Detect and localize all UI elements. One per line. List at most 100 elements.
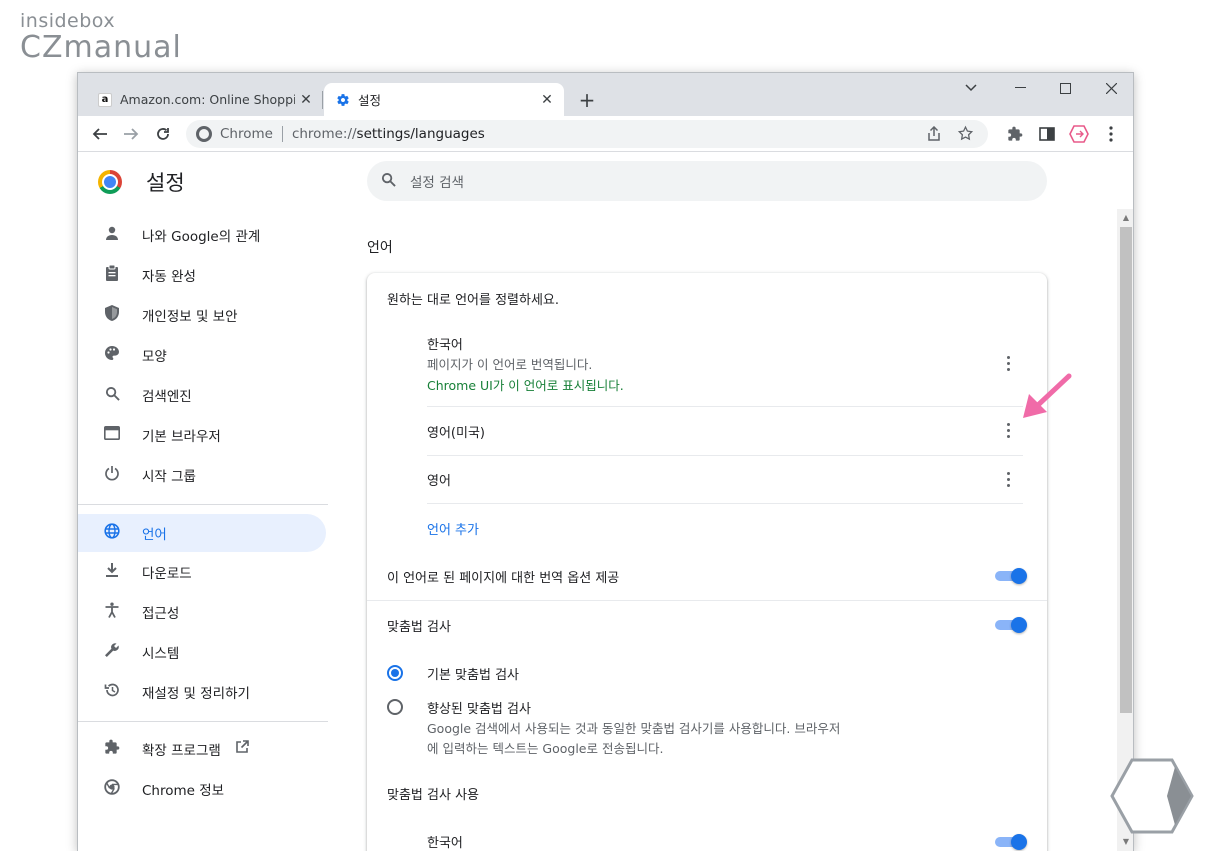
settings-search[interactable]: 설정 검색 [367,161,1047,201]
translate-offer-toggle[interactable] [995,568,1027,584]
download-icon [102,562,122,582]
annotation-arrow-icon [1023,373,1072,418]
url-scheme: chrome:// [291,126,357,142]
accessibility-icon [102,602,122,622]
sidebar-item-you-and-google[interactable]: 나와 Google의 관계 [78,216,326,254]
browser-window: a Amazon.com: Online Shopping ✕ 설정 ✕ + C… [77,72,1134,851]
shield-icon [102,305,122,325]
sidebar-item-autofill[interactable]: 자동 완성 [78,256,326,294]
close-icon [1105,82,1117,94]
row-divider [427,406,1023,407]
minimize-button[interactable] [997,73,1043,103]
forward-button[interactable] [117,120,145,148]
tab-settings[interactable]: 설정 ✕ [324,83,564,116]
sidebar-item-on-startup[interactable]: 시작 그룹 [78,456,326,494]
sidebar-item-about-chrome[interactable]: Chrome 정보 [78,770,326,808]
close-icon[interactable]: ✕ [536,89,558,111]
translate-offer-label: 이 언어로 된 페이지에 대한 번역 옵션 제공 [387,571,620,586]
sidebar-item-privacy[interactable]: 개인정보 및 보안 [78,296,326,334]
forward-arrow-icon [124,128,139,140]
minimize-icon [1014,87,1026,88]
enhanced-spellcheck-radio[interactable] [387,699,403,715]
sidebar-item-system[interactable]: 시스템 [78,633,326,671]
omnibox[interactable]: Chrome chrome://settings/languages [186,120,988,148]
extensions-button[interactable] [1001,120,1029,148]
sidebar-item-appearance[interactable]: 모양 [78,336,326,374]
sidebar-item-accessibility[interactable]: 접근성 [78,593,326,631]
tab-label: 설정 [358,93,382,108]
sidebar-item-reset[interactable]: 재설정 및 정리하기 [78,673,326,711]
browser-icon [102,426,122,444]
sidebar-item-search-engine[interactable]: 검색엔진 [78,376,326,414]
chevron-down-icon [965,84,977,92]
profile-hex-icon [1069,125,1089,143]
clipboard-icon [102,264,122,285]
settings-sidebar: 설정 나와 Google의 관계 자동 완성 개인정보 및 보안 모양 검색엔진… [78,153,334,851]
sidebar-item-extensions[interactable]: 확장 프로그램 [78,730,326,768]
profile-button[interactable] [1065,120,1093,148]
person-icon [102,225,122,245]
omnibox-separator [281,126,283,142]
wrench-icon [102,642,122,662]
star-icon[interactable] [957,125,974,146]
close-icon[interactable]: ✕ [295,89,317,111]
palette-icon [102,345,122,365]
tab-strip: a Amazon.com: Online Shopping ✕ 설정 ✕ + [78,73,1133,116]
maximize-button[interactable] [1042,73,1088,103]
use-spellcheck-heading: 맞춤법 검사 사용 [387,788,479,803]
kebab-menu-icon [1109,126,1113,142]
add-language-link[interactable]: 언어 추가 [427,519,479,538]
language-name: 한국어 [427,338,463,353]
enhanced-spellcheck-desc: Google 검색에서 사용되는 것과 동일한 맞춤법 검사기를 사용합니다. … [427,721,841,736]
sidebar-item-label: 검색엔진 [142,389,192,405]
scrollbar-thumb[interactable] [1120,227,1132,713]
hexagon-watermark-icon [1110,758,1194,834]
watermark-main: CZmanual [20,30,182,65]
tab-search-button[interactable] [948,73,994,103]
spellcheck-language-name: 한국어 [427,836,463,851]
back-arrow-icon [92,128,107,140]
language-more-button[interactable] [998,468,1018,490]
side-panel-button[interactable] [1033,120,1061,148]
chrome-icon [196,126,212,142]
reload-button[interactable] [149,120,177,148]
amazon-icon: a [98,92,112,107]
language-translate-note: 페이지가 이 언어로 번역됩니다. [427,357,593,372]
enhanced-spellcheck-desc: 에 입력하는 텍스트는 Google로 전송됩니다. [427,741,664,756]
languages-card: 원하는 대로 언어를 정렬하세요. 한국어 페이지가 이 언어로 번역됩니다. … [367,273,1047,851]
sidebar-item-default-browser[interactable]: 기본 브라우저 [78,416,326,454]
maximize-icon [1059,82,1071,94]
sidebar-item-label: 시작 그룹 [142,469,196,485]
spellcheck-toggle[interactable] [995,617,1027,633]
tab-amazon[interactable]: a Amazon.com: Online Shopping ✕ [86,83,323,116]
window-close-button[interactable] [1088,73,1133,103]
basic-spellcheck-radio[interactable] [387,665,403,681]
back-button[interactable] [86,120,114,148]
puzzle-icon [1008,126,1023,141]
side-panel-icon [1039,127,1055,141]
menu-button[interactable] [1097,120,1125,148]
share-icon[interactable] [926,125,942,146]
sidebar-item-languages[interactable]: 언어 [78,514,326,552]
sidebar-item-downloads[interactable]: 다운로드 [78,553,326,591]
sidebar-item-label: Chrome 정보 [142,783,225,799]
search-icon [381,172,396,191]
watermark-top: insidebox [20,10,116,32]
watermark-logo: insidebox CZmanual [20,10,182,64]
sidebar-divider [78,721,328,722]
scroll-up-arrow-icon[interactable]: ▲ [1120,213,1132,225]
search-input[interactable]: 설정 검색 [410,171,464,191]
spellcheck-language-toggle[interactable] [995,834,1027,850]
sidebar-item-label: 자동 완성 [142,269,196,285]
language-ui-note: Chrome UI가 이 언어로 표시됩니다. [427,378,624,393]
sidebar-item-label: 언어 [142,527,167,543]
sidebar-divider [78,504,328,505]
order-languages-heading: 원하는 대로 언어를 정렬하세요. [387,293,560,308]
sidebar-item-label: 시스템 [142,646,180,662]
scroll-down-arrow-icon[interactable]: ▼ [1120,837,1132,849]
puzzle-icon [102,739,122,759]
basic-spellcheck-label: 기본 맞춤법 검사 [427,668,519,683]
language-name: 영어(미국) [427,426,485,441]
sidebar-item-label: 나와 Google의 관계 [142,229,261,245]
new-tab-button[interactable]: + [574,87,600,113]
